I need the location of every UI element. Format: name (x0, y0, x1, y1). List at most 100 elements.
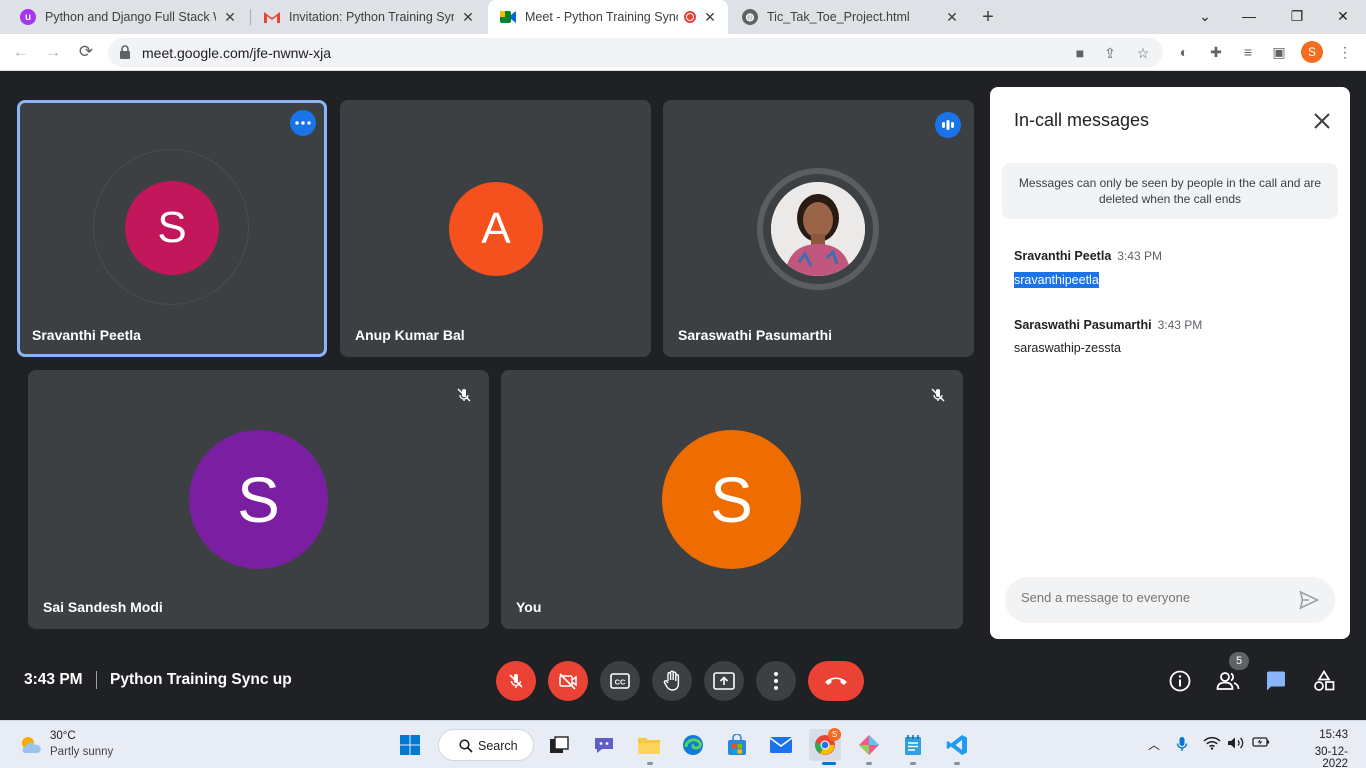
new-tab-button[interactable]: + (976, 5, 1000, 29)
notepad-icon[interactable] (897, 729, 929, 761)
mic-off-icon (509, 674, 523, 688)
divider (96, 671, 97, 689)
leave-call-button[interactable] (808, 661, 864, 701)
meeting-details-button[interactable] (1164, 665, 1196, 697)
weather-temperature: 30°C (50, 730, 76, 742)
tab-gmail[interactable]: Invitation: Python Training Sync u ✕ (252, 0, 486, 34)
camera-off-icon (559, 673, 577, 690)
tab-udemy[interactable]: u Python and Django Full Stack We ✕ (8, 0, 248, 34)
chrome-profile-badge: S (828, 728, 841, 741)
lock-icon (120, 45, 130, 59)
chrome-taskbar-button[interactable]: S (809, 728, 841, 761)
chat-message: Saraswathi Pasumarthi 3:43 PM saraswathip… (1014, 316, 1334, 355)
wifi-icon[interactable] (1203, 736, 1221, 754)
self-tile[interactable]: S You (501, 370, 963, 629)
activities-button[interactable] (1308, 665, 1340, 697)
running-indicator (954, 762, 960, 765)
profile-photo (771, 182, 865, 276)
globe-icon: ◍ (742, 9, 758, 25)
browser-toolbar: ← → ⟳ meet.google.com/jfe-nwnw-xja ■ ⇪ ☆… (0, 34, 1366, 71)
captions-button[interactable]: CC (600, 661, 640, 701)
taskbar-search[interactable]: Search (438, 729, 534, 761)
restore-button[interactable]: ❐ (1274, 0, 1320, 34)
microsoft-store-icon[interactable] (721, 729, 753, 761)
closed-captions-icon: CC (610, 673, 630, 689)
media-control-icon[interactable]: ≡ (1239, 43, 1257, 61)
start-button[interactable] (394, 729, 426, 761)
avatar: A (449, 182, 543, 276)
taskbar-clock-time[interactable]: 15:43 (1300, 729, 1348, 741)
bookmark-star-icon[interactable]: ☆ (1135, 45, 1151, 61)
profile-avatar[interactable]: S (1301, 41, 1323, 63)
microphone-icon[interactable] (1173, 736, 1191, 754)
search-icon (459, 739, 473, 753)
avatar: S (125, 181, 219, 275)
present-screen-icon (713, 672, 735, 690)
tab-tictactoe[interactable]: ◍ Tic_Tak_Toe_Project.html ✕ (730, 0, 970, 34)
camera-toggle-button[interactable] (548, 661, 588, 701)
task-view-icon[interactable] (543, 729, 575, 761)
present-screen-button[interactable] (704, 661, 744, 701)
tab-meet[interactable]: Meet - Python Training Sync ✕ (488, 0, 728, 34)
taskbar-clock-date[interactable]: 30-12-2022 (1290, 746, 1348, 768)
chevron-up-icon[interactable]: ︿ (1145, 736, 1163, 754)
close-icon[interactable]: ✕ (702, 9, 718, 26)
menu-kebab-icon[interactable]: ⋮ (1336, 43, 1354, 61)
avatar: S (662, 430, 801, 569)
chat-button[interactable] (1260, 665, 1292, 697)
grammarly-icon[interactable]: ◐ (1175, 43, 1193, 61)
camera-icon[interactable]: ■ (1072, 45, 1088, 61)
participant-tile[interactable]: Saraswathi Pasumarthi (663, 100, 974, 357)
hand-icon (663, 670, 680, 691)
more-options-button[interactable] (756, 661, 796, 701)
volume-icon[interactable] (1227, 736, 1245, 754)
partly-sunny-icon[interactable] (18, 733, 42, 757)
address-bar[interactable]: meet.google.com/jfe-nwnw-xja ■ ⇪ ☆ (108, 38, 1163, 67)
raise-hand-button[interactable] (652, 661, 692, 701)
send-icon[interactable] (1299, 590, 1319, 610)
battery-icon[interactable] (1252, 736, 1270, 754)
tab-title: Python and Django Full Stack We (45, 10, 216, 24)
microphone-toggle-button[interactable] (496, 661, 536, 701)
minimize-button[interactable]: — (1226, 0, 1272, 34)
tab-search-chevron-icon[interactable]: ⌄ (1182, 0, 1228, 34)
close-icon[interactable]: ✕ (944, 9, 960, 26)
more-options-icon[interactable] (290, 110, 316, 136)
mail-icon[interactable] (765, 729, 797, 761)
message-sender: Saraswathi Pasumarthi (1014, 318, 1152, 332)
mic-off-icon (451, 382, 477, 408)
extensions-icon[interactable]: ✚ (1207, 43, 1225, 61)
participant-tile[interactable]: S Sai Sandesh Modi (28, 370, 489, 629)
privacy-notice: Messages can only be seen by people in t… (1002, 163, 1338, 219)
share-icon[interactable]: ⇪ (1102, 45, 1118, 61)
url-text: meet.google.com/jfe-nwnw-xja (142, 45, 332, 61)
side-panel-icon[interactable]: ▣ (1270, 43, 1288, 61)
speaking-indicator-icon (935, 112, 961, 138)
forward-button[interactable]: → (41, 40, 65, 64)
vscode-icon[interactable] (941, 729, 973, 761)
panel-title: In-call messages (1014, 110, 1150, 130)
chat-message-input[interactable] (1021, 590, 1281, 605)
participant-tile[interactable]: S Sravanthi Peetla (17, 100, 327, 357)
reload-button[interactable]: ⟳ (74, 40, 98, 64)
udemy-icon: u (20, 9, 36, 25)
close-icon[interactable] (1310, 109, 1334, 133)
edge-browser-icon[interactable] (677, 729, 709, 761)
file-explorer-icon[interactable] (633, 729, 665, 761)
close-icon[interactable]: ✕ (222, 9, 238, 26)
weather-description: Partly sunny (50, 746, 114, 758)
meet-icon (500, 9, 516, 25)
running-indicator (647, 762, 653, 765)
tab-title: Meet - Python Training Sync (525, 10, 678, 24)
browser-tab-strip: u Python and Django Full Stack We ✕ Invi… (0, 0, 1366, 34)
search-label: Search (478, 739, 518, 753)
message-composer (1005, 577, 1335, 623)
teams-chat-icon[interactable] (588, 729, 620, 761)
participant-name: You (516, 599, 542, 615)
close-icon[interactable]: ✕ (460, 9, 476, 26)
pinned-app-icon[interactable] (853, 729, 885, 761)
participant-name: Saraswathi Pasumarthi (678, 327, 833, 343)
back-button[interactable]: ← (9, 40, 33, 64)
close-window-button[interactable]: ✕ (1320, 0, 1366, 34)
participant-tile[interactable]: A Anup Kumar Bal (340, 100, 651, 357)
